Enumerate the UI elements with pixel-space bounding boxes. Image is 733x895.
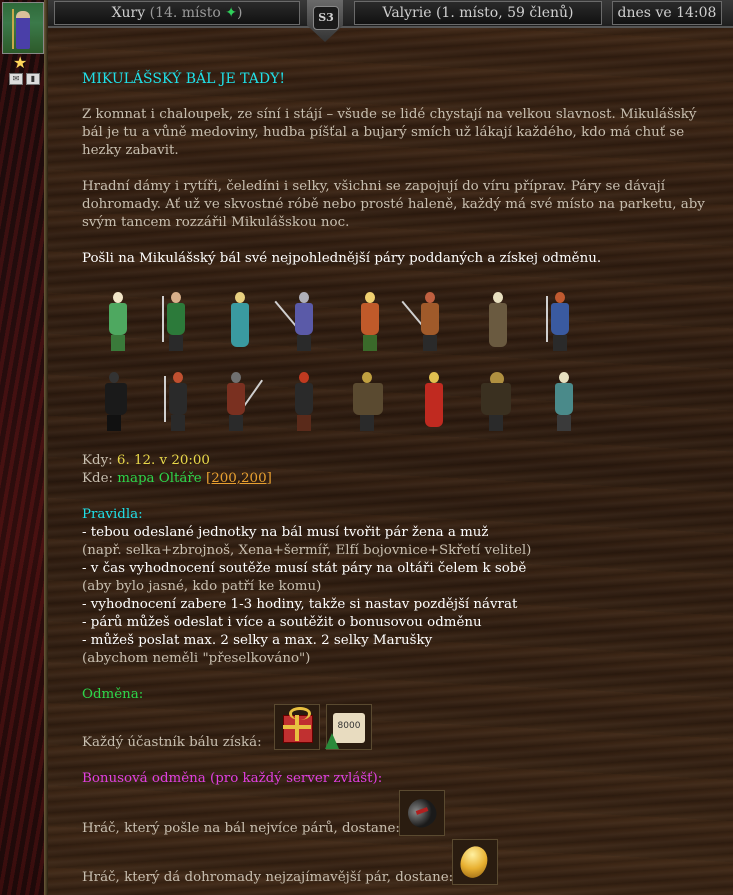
player-rank: (14. místo [149,5,221,21]
player-name: Xury [111,5,146,21]
unit-ranger [158,290,194,356]
rule-2-note: (aby bylo jasné, kdo patří ke komu) [82,579,322,594]
reward-text: Každý účastník bálu získá: [82,735,262,750]
bonus-section: Bonusová odměna (pro každý server zvlášť… [82,770,712,788]
left-sidebar [0,0,44,895]
top-bar: Xury (14. místo ✦) Valyrie (1. místo, 59… [48,0,733,28]
bonus-2-row: Hráč, který dá dohromady nejzajímavější … [82,869,712,887]
avatar-staff [12,9,14,49]
server-badge-label: S3 [313,6,339,30]
golden-egg-icon[interactable] [452,839,498,885]
bonus-1-text: Hráč, který pošle na bál nejvíce párů, d… [82,821,400,836]
reward-title: Odměna: [82,687,144,702]
clan-label: Valyrie (1. místo, 59 členů) [382,5,574,21]
article-call: Pošli na Mikulášský bál své nejpohledněj… [82,251,602,266]
unit-small-elf [546,370,582,436]
scroll-icon[interactable]: 8000 [325,704,372,750]
article-title: MIKULÁŠSKÝ BÁL JE TADY! [82,71,285,87]
rule-3: - vyhodnocení zabere 1-3 hodiny, takže s… [82,597,518,612]
black-egg-icon[interactable] [399,790,445,836]
unit-row-1 [82,290,602,360]
unit-armored-beast [344,370,392,436]
rule-5-note: (abychom neměli "přeselkováno") [82,651,311,666]
gift-icon[interactable] [274,704,320,750]
unit-dark-knight [96,370,136,436]
bonus-title: Bonusová odměna (pro každý server zvlášť… [82,771,383,786]
reward-text-row: Každý účastník bálu získá: [82,734,712,752]
where-value: mapa Oltáře [117,471,202,486]
when-label: Kdy: [82,453,113,468]
unit-row-2 [82,370,602,440]
sidebar-divider [44,0,48,895]
event-details: Kdy: 6. 12. v 20:00 Kde: mapa Oltáře [20… [82,452,712,704]
rule-1: - tebou odeslané jednotky na bál musí tv… [82,525,489,540]
unit-black-warrior [160,370,196,436]
unit-orc-warlord [472,370,520,436]
unit-elf-woman [100,290,136,356]
unit-swordsman [542,290,578,356]
unit-halberdier [274,290,330,356]
clan-box[interactable]: Valyrie (1. místo, 59 členů) [354,1,602,25]
unit-maiden [222,290,258,356]
player-rank-close: ) [236,5,243,21]
unit-elf-warrior [352,290,388,356]
avatar-figure [16,11,30,49]
book-icon[interactable]: ▮ [26,73,40,85]
star-icon[interactable]: ★ [13,55,27,71]
article: MIKULÁŠSKÝ BÁL JE TADY! Z komnat i chalo… [82,70,712,268]
rules-title: Pravidla: [82,507,143,522]
rank-up-icon: ✦ [225,5,237,21]
unit-halberd-guard [218,370,264,436]
mail-icon[interactable]: ✉ [9,73,23,85]
rule-2: - v čas vyhodnocení soutěže musí stát pá… [82,561,527,576]
player-avatar[interactable] [2,2,44,54]
article-paragraph-2: Hradní dámy i rytíři, čeledíni i selky, … [82,179,705,230]
bonus-1-row: Hráč, který pošle na bál nejvíce párů, d… [82,820,712,838]
mail-icons: ✉ ▮ [9,73,40,85]
article-paragraph-1: Z komnat i chaloupek, ze síní i stájí – … [82,107,697,158]
bonus-2-text: Hráč, který dá dohromady nejzajímavější … [82,870,454,885]
unit-monk [480,290,516,356]
rule-4: - párů můžeš odeslat i více a soutěžit o… [82,615,482,630]
where-label: Kde: [82,471,114,486]
unit-fire-maiden [416,370,452,436]
unit-red-haired-woman [286,370,322,436]
when-value: 6. 12. v 20:00 [116,453,210,468]
scroll-value: 8000 [337,721,361,731]
unit-knight [401,290,456,356]
player-box[interactable]: Xury (14. místo ✦) [54,1,300,25]
time-label: dnes ve 14:08 [617,5,717,21]
rule-5: - můžeš poslat max. 2 selky a max. 2 sel… [82,633,433,648]
rule-1-note: (např. selka+zbrojnoš, Xena+šermíř, Elfí… [82,543,532,558]
where-link[interactable]: [200,200] [206,471,272,486]
time-box: dnes ve 14:08 [612,1,722,25]
